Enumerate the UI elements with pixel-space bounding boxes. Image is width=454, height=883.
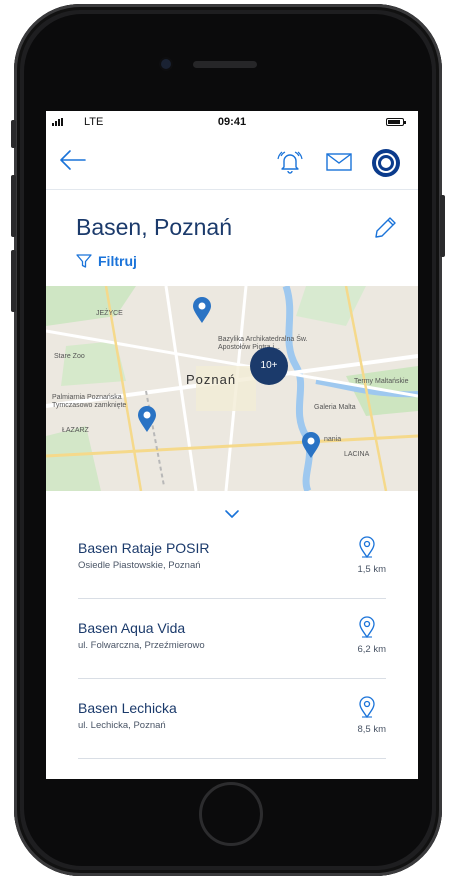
map-label-poznania: nania bbox=[324, 436, 342, 443]
arrow-left-icon[interactable] bbox=[58, 147, 88, 173]
location-pin-icon bbox=[359, 536, 375, 558]
power-button bbox=[440, 195, 445, 257]
result-name: Basen Lechicka bbox=[78, 700, 177, 716]
location-pin-icon bbox=[359, 696, 375, 718]
front-camera bbox=[161, 59, 171, 69]
battery-icon bbox=[386, 118, 406, 126]
status-time: 09:41 bbox=[217, 116, 247, 128]
map-pin-icon[interactable] bbox=[136, 405, 158, 433]
map-label-galeria: Galeria Malta bbox=[314, 404, 356, 411]
speaker-grille bbox=[193, 61, 257, 68]
location-pin-icon bbox=[359, 616, 375, 638]
result-distance: 1,5 km bbox=[357, 564, 386, 575]
result-distance: 8,5 km bbox=[357, 724, 386, 735]
bell-icon[interactable] bbox=[276, 148, 304, 176]
mail-icon[interactable] bbox=[326, 153, 352, 171]
map-label-zoo: Stare Zoo bbox=[54, 353, 85, 360]
result-address: Osiedle Piastowskie, Poznań bbox=[78, 560, 201, 571]
map-label-termy: Termy Maltańskie bbox=[354, 378, 409, 385]
volume-up-button bbox=[11, 175, 16, 237]
map-view[interactable]: JEŻYCE Stare Zoo Bazylika Archikatedraln… bbox=[46, 286, 418, 491]
map-label-jezyce: JEŻYCE bbox=[96, 310, 123, 317]
map-pin-icon[interactable] bbox=[191, 296, 213, 324]
pzu-logo-icon[interactable] bbox=[372, 149, 400, 177]
map-label-lazarz: ŁAZARZ bbox=[62, 427, 89, 434]
filter-button[interactable]: Filtruj bbox=[76, 253, 137, 269]
app-screen: LTE 09:41 Basen, Poznań Filtruj JEŻYCE S… bbox=[46, 111, 418, 779]
filter-label: Filtruj bbox=[98, 253, 137, 269]
result-name: Basen Rataje POSIR bbox=[78, 540, 210, 556]
result-address: ul. Folwarczna, Przeźmierowo bbox=[78, 640, 205, 651]
result-item-rataje[interactable]: Basen Rataje POSIR Osiedle Piastowskie, … bbox=[78, 518, 386, 599]
map-city-label: Poznań bbox=[186, 372, 237, 387]
mute-switch bbox=[11, 120, 16, 148]
status-bar: LTE 09:41 bbox=[46, 111, 418, 133]
volume-down-button bbox=[11, 250, 16, 312]
result-item-aqua-vida[interactable]: Basen Aqua Vida ul. Folwarczna, Przeźmie… bbox=[78, 598, 386, 679]
pencil-icon[interactable] bbox=[372, 215, 398, 241]
map-label-lacina: LACINA bbox=[344, 451, 370, 458]
top-navbar bbox=[46, 133, 418, 190]
result-address: ul. Lechicka, Poznań bbox=[78, 720, 166, 731]
page-title: Basen, Poznań bbox=[76, 214, 233, 240]
map-cluster-badge[interactable]: 10+ bbox=[250, 347, 288, 385]
result-item-lechicka[interactable]: Basen Lechicka ul. Lechicka, Poznań 8,5 … bbox=[78, 678, 386, 759]
result-name: Basen Aqua Vida bbox=[78, 620, 186, 636]
map-label-palmiarnia: Palmiarnia Poznańska Tymczasowo zamknięt… bbox=[52, 394, 127, 409]
map-pin-icon[interactable] bbox=[300, 431, 322, 459]
result-distance: 6,2 km bbox=[357, 644, 386, 655]
filter-icon bbox=[76, 254, 92, 268]
home-button[interactable] bbox=[199, 782, 263, 846]
